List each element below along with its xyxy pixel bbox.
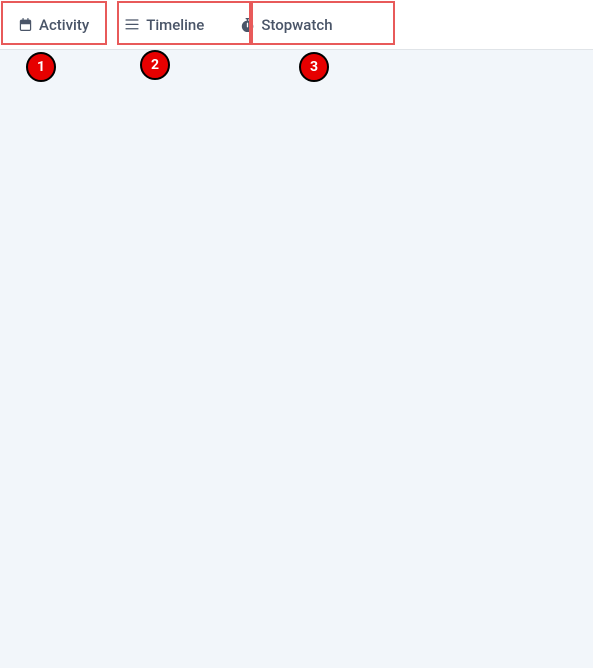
tab-timeline[interactable]: Timeline [107,0,222,49]
calendar-icon [18,18,32,32]
stopwatch-icon [240,18,254,32]
annotation-badge: 2 [140,50,170,80]
tab-label: Timeline [146,16,204,34]
annotation-badge: 1 [26,52,56,82]
badge-number: 1 [37,59,45,75]
list-icon [125,18,139,32]
tab-label: Activity [39,16,89,34]
tab-stopwatch[interactable]: Stopwatch [222,0,350,49]
tab-activity[interactable]: Activity [0,0,107,49]
tab-label: Stopwatch [261,16,332,34]
annotation-badge: 3 [299,52,329,82]
tab-bar: Activity Timeline Stopwatch [0,0,593,50]
badge-number: 2 [151,57,159,73]
badge-number: 3 [310,59,318,75]
